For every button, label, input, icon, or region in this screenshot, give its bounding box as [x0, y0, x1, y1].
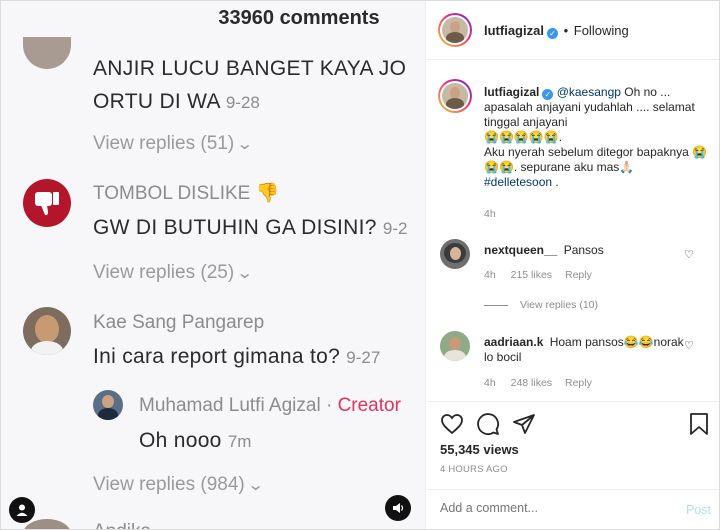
volume-icon[interactable] — [385, 495, 411, 521]
mention-link[interactable]: @kaesangp — [557, 85, 621, 99]
comment-text: Pansos — [563, 243, 604, 257]
share-send-icon[interactable] — [512, 412, 536, 436]
comment-username[interactable]: nextqueen__ — [484, 243, 557, 257]
post-author-username[interactable]: lutfiagizal — [484, 23, 544, 38]
comment-username[interactable]: aadriaan.k — [484, 335, 543, 349]
commenter-avatar[interactable] — [440, 239, 470, 269]
thumbs-down-icon — [35, 192, 59, 216]
comment-meta: 4h 215 likes Reply — [484, 269, 592, 281]
commenter-avatar — [23, 37, 71, 69]
commenter-avatar[interactable] — [440, 331, 470, 361]
hashtag-link[interactable]: #delletesoon — [484, 175, 552, 189]
comment-bubble-icon[interactable] — [476, 412, 500, 436]
chevron-down-icon: ⌄ — [236, 265, 254, 282]
comment-text: Oh nooo 7m — [139, 429, 252, 452]
creator-badge: Creator — [337, 395, 401, 416]
post-caption: lutfiagizal ✓ @kaesangp Oh no ... apasala… — [484, 85, 708, 189]
commenter-name: TOMBOL DISLIKE 👎 — [93, 183, 280, 204]
views-count[interactable]: 55,345 views — [440, 442, 519, 457]
commenter-avatar — [23, 179, 71, 227]
like-comment-heart-icon[interactable]: ♡ — [684, 248, 694, 261]
caption-author-avatar[interactable] — [438, 79, 472, 113]
post-timestamp[interactable]: 4 HOURS AGO — [440, 464, 508, 475]
view-replies-link[interactable]: View replies (984) ⌄ — [93, 474, 265, 496]
add-comment-bar: Post — [426, 489, 719, 529]
caption-time[interactable]: 4h — [484, 208, 496, 220]
comment-meta: 4h 248 likes Reply — [484, 377, 592, 389]
comment: nextqueen__ Pansos — [484, 243, 604, 257]
post-video[interactable]: 33960 comments ANJIR LUCU BANGET KAYA JO… — [1, 1, 425, 529]
post-actions: 55,345 views 4 HOURS AGO — [426, 401, 719, 492]
commenter-avatar — [23, 519, 71, 529]
verified-badge-icon: ✓ — [542, 89, 554, 100]
post-comment-button[interactable]: Post — [686, 503, 711, 517]
profile-avatar[interactable] — [438, 13, 472, 47]
view-replies-link[interactable]: View replies (25) ⌄ — [93, 262, 254, 284]
comment-text-line2: ORTU DI WA 9-28 — [93, 90, 260, 113]
view-replies-line — [484, 305, 508, 306]
commenter-avatar — [23, 307, 71, 355]
add-comment-input[interactable] — [438, 500, 662, 516]
comments-count-heading: 33960 comments — [218, 7, 380, 29]
following-button[interactable]: Following — [574, 23, 629, 38]
view-replies-link[interactable]: View replies (51) ⌄ — [93, 133, 254, 155]
creator-name: Muhamad Lutfi Agizal · Creator — [139, 395, 401, 416]
separator-dot: • — [563, 23, 569, 38]
view-replies-link[interactable]: View replies (10) — [520, 299, 598, 311]
comment-text: ANJIR LUCU BANGET KAYA JO — [93, 57, 407, 80]
chevron-down-icon: ⌄ — [236, 136, 254, 153]
commenter-name: Kae Sang Pangarep — [93, 312, 265, 333]
instagram-post-window: 33960 comments ANJIR LUCU BANGET KAYA JO… — [0, 0, 720, 530]
comment-text: GW DI BUTUHIN GA DISINI? 9-2 — [93, 216, 408, 239]
chevron-down-icon: ⌄ — [246, 477, 265, 494]
comment: aadriaan.k Hoam pansos😂😂norak lo bocil — [484, 335, 684, 365]
save-bookmark-icon[interactable] — [688, 412, 710, 436]
post-header: lutfiagizal ✓ • Following — [426, 1, 719, 60]
caption-username[interactable]: lutfiagizal — [484, 85, 539, 99]
creator-avatar — [93, 390, 123, 420]
like-comment-heart-icon[interactable]: ♡ — [684, 339, 694, 352]
post-side-panel: lutfiagizal ✓ • Following lutfiagizal ✓ @k… — [425, 1, 719, 529]
verified-badge-icon: ✓ — [546, 28, 558, 39]
comment-text: Ini cara report gimana to? 9-27 — [93, 345, 381, 368]
tagged-user-icon[interactable] — [9, 497, 35, 523]
commenter-name: Andika — [93, 521, 151, 529]
like-heart-icon[interactable] — [440, 412, 464, 436]
